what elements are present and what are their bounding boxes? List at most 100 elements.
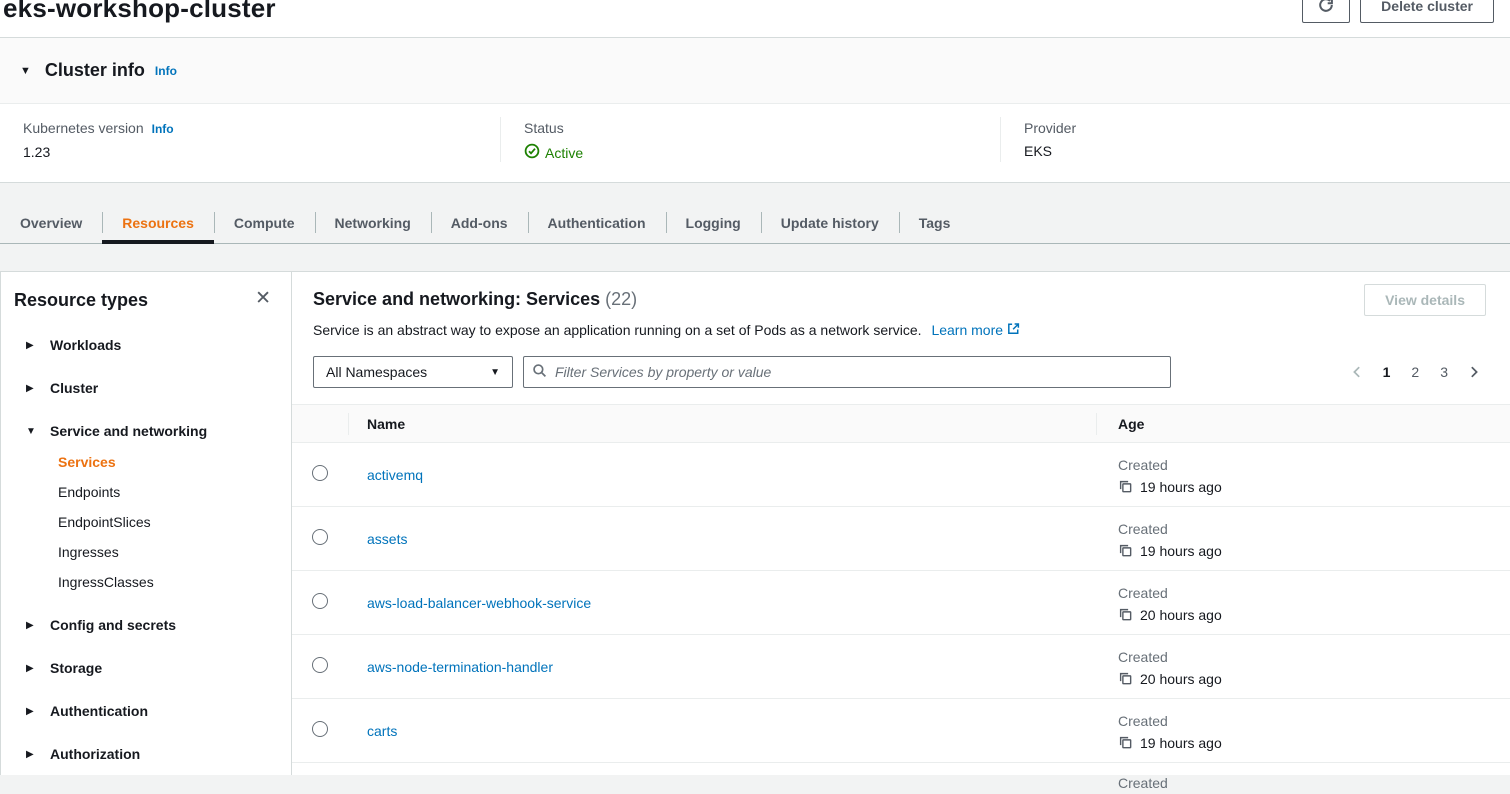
sidebar-title: Resource types — [14, 289, 148, 311]
sidebar-item-services[interactable]: Services — [58, 454, 277, 471]
chevron-right-icon[interactable] — [1462, 363, 1486, 381]
copy-icon[interactable] — [1118, 735, 1133, 750]
triangle-right-icon: ▶ — [26, 706, 37, 717]
close-icon[interactable]: ✕ — [249, 289, 277, 308]
table-row: carts Created 19 hours ago — [292, 699, 1510, 763]
table-row: aws-load-balancer-webhook-service Create… — [292, 571, 1510, 635]
age-value: 19 hours ago — [1140, 735, 1222, 751]
triangle-right-icon: ▶ — [26, 620, 37, 631]
service-networking-items: Services Endpoints EndpointSlices Ingres… — [26, 440, 277, 591]
service-link[interactable]: aws-load-balancer-webhook-service — [367, 595, 591, 611]
tab-overview[interactable]: Overview — [0, 202, 102, 243]
sidebar-group-storage[interactable]: ▶ Storage — [26, 660, 277, 677]
chevron-down-icon: ▼ — [490, 367, 500, 378]
page-number-2[interactable]: 2 — [1404, 362, 1426, 382]
services-panel: View details Service and networking: Ser… — [292, 271, 1510, 775]
row-radio-button[interactable] — [312, 657, 328, 673]
status-badge: Active — [524, 143, 1000, 162]
status-check-icon — [524, 143, 540, 162]
row-radio-button[interactable] — [312, 465, 328, 481]
cluster-info-card: ▼ Cluster info Info Kubernetes versionIn… — [0, 37, 1510, 183]
cluster-info-title: Cluster info — [45, 60, 145, 81]
copy-icon[interactable] — [1118, 479, 1133, 494]
search-box — [523, 356, 1171, 388]
sidebar-group-config-and-secrets[interactable]: ▶ Config and secrets — [26, 617, 277, 634]
row-radio-button[interactable] — [312, 721, 328, 737]
tab-update-history[interactable]: Update history — [761, 202, 899, 243]
age-value: 20 hours ago — [1140, 671, 1222, 687]
page-number-1[interactable]: 1 — [1376, 362, 1398, 382]
view-details-button[interactable]: View details — [1364, 284, 1486, 316]
sidebar-group-cluster[interactable]: ▶ Cluster — [26, 380, 277, 397]
copy-icon[interactable] — [1118, 607, 1133, 622]
field-provider: Provider EKS — [1000, 117, 1500, 162]
learn-more-link[interactable]: Learn more — [931, 321, 1021, 339]
sidebar-item-ingresses[interactable]: Ingresses — [58, 544, 277, 561]
content-area: Resource types ✕ ▶ Workloads ▶ Cluster ▼… — [0, 271, 1510, 775]
refresh-icon — [1318, 0, 1334, 16]
namespace-select[interactable]: All Namespaces ▼ — [313, 356, 513, 388]
service-link[interactable]: aws-node-termination-handler — [367, 659, 553, 675]
panel-description: Service is an abstract way to expose an … — [313, 321, 1486, 339]
triangle-right-icon: ▶ — [26, 749, 37, 760]
created-label: Created — [1118, 773, 1509, 793]
refresh-button[interactable] — [1302, 0, 1350, 23]
sidebar-item-endpointslices[interactable]: EndpointSlices — [58, 514, 277, 531]
triangle-down-icon: ▼ — [26, 426, 37, 437]
field-label: Kubernetes versionInfo — [23, 117, 500, 140]
sidebar-group-workloads[interactable]: ▶ Workloads — [26, 337, 277, 354]
service-link[interactable]: assets — [367, 531, 407, 547]
sidebar-group-authentication[interactable]: ▶ Authentication — [26, 703, 277, 720]
cluster-info-body: Kubernetes versionInfo 1.23 Status Activ… — [0, 104, 1510, 182]
table-header-row: Name Age — [292, 405, 1510, 443]
kubernetes-version-info-link[interactable]: Info — [152, 122, 174, 136]
sidebar-group-authorization[interactable]: ▶ Authorization — [26, 746, 277, 763]
sidebar-group-service-and-networking[interactable]: ▼ Service and networking — [26, 423, 277, 440]
name-column-header: Name — [348, 405, 1096, 443]
tab-bar: Overview Resources Compute Networking Ad… — [0, 202, 1510, 244]
page-number-3[interactable]: 3 — [1433, 362, 1455, 382]
tab-compute[interactable]: Compute — [214, 202, 315, 243]
filter-controls: All Namespaces ▼ 1 2 3 — [292, 356, 1510, 388]
tab-authentication[interactable]: Authentication — [528, 202, 666, 243]
tab-resources[interactable]: Resources — [102, 202, 214, 243]
row-radio-button[interactable] — [312, 529, 328, 545]
created-label: Created — [1118, 455, 1509, 475]
tab-add-ons[interactable]: Add-ons — [431, 202, 528, 243]
copy-icon[interactable] — [1118, 671, 1133, 686]
service-link[interactable]: carts — [367, 723, 397, 739]
table-row-partial: Created — [292, 763, 1510, 794]
delete-cluster-button[interactable]: Delete cluster — [1360, 0, 1494, 23]
age-value: 19 hours ago — [1140, 479, 1222, 495]
filter-services-input[interactable] — [553, 363, 1162, 381]
sidebar-item-ingressclasses[interactable]: IngressClasses — [58, 574, 277, 591]
row-radio-button[interactable] — [312, 593, 328, 609]
chevron-left-icon[interactable] — [1345, 363, 1369, 381]
pagination: 1 2 3 — [1345, 362, 1486, 382]
kubernetes-version-value: 1.23 — [23, 144, 500, 160]
services-table: Name Age activemq Created 19 hours ago — [292, 404, 1510, 794]
collapse-triangle-icon[interactable]: ▼ — [20, 65, 31, 77]
cluster-info-info-link[interactable]: Info — [155, 64, 177, 78]
table-row: aws-node-termination-handler Created 20 … — [292, 635, 1510, 699]
tab-logging[interactable]: Logging — [666, 202, 761, 243]
sidebar-item-endpoints[interactable]: Endpoints — [58, 484, 277, 501]
age-value: 20 hours ago — [1140, 607, 1222, 623]
age-value: 19 hours ago — [1140, 543, 1222, 559]
service-link[interactable]: activemq — [367, 467, 423, 483]
tab-networking[interactable]: Networking — [315, 202, 431, 243]
provider-value: EKS — [1024, 143, 1500, 159]
field-label: Status — [524, 117, 1000, 139]
tab-tags[interactable]: Tags — [899, 202, 971, 243]
sidebar-groups: ▶ Workloads ▶ Cluster ▼ Service and netw… — [14, 337, 277, 763]
table-row: assets Created 19 hours ago — [292, 507, 1510, 571]
field-kubernetes-version: Kubernetes versionInfo 1.23 — [0, 117, 500, 162]
cluster-info-header[interactable]: ▼ Cluster info Info — [0, 38, 1510, 104]
selection-column-header — [292, 405, 348, 443]
external-link-icon — [1006, 321, 1021, 339]
header-actions: Delete cluster — [1302, 0, 1494, 23]
status-text: Active — [545, 145, 583, 161]
created-label: Created — [1118, 711, 1509, 731]
copy-icon[interactable] — [1118, 543, 1133, 558]
triangle-right-icon: ▶ — [26, 663, 37, 674]
